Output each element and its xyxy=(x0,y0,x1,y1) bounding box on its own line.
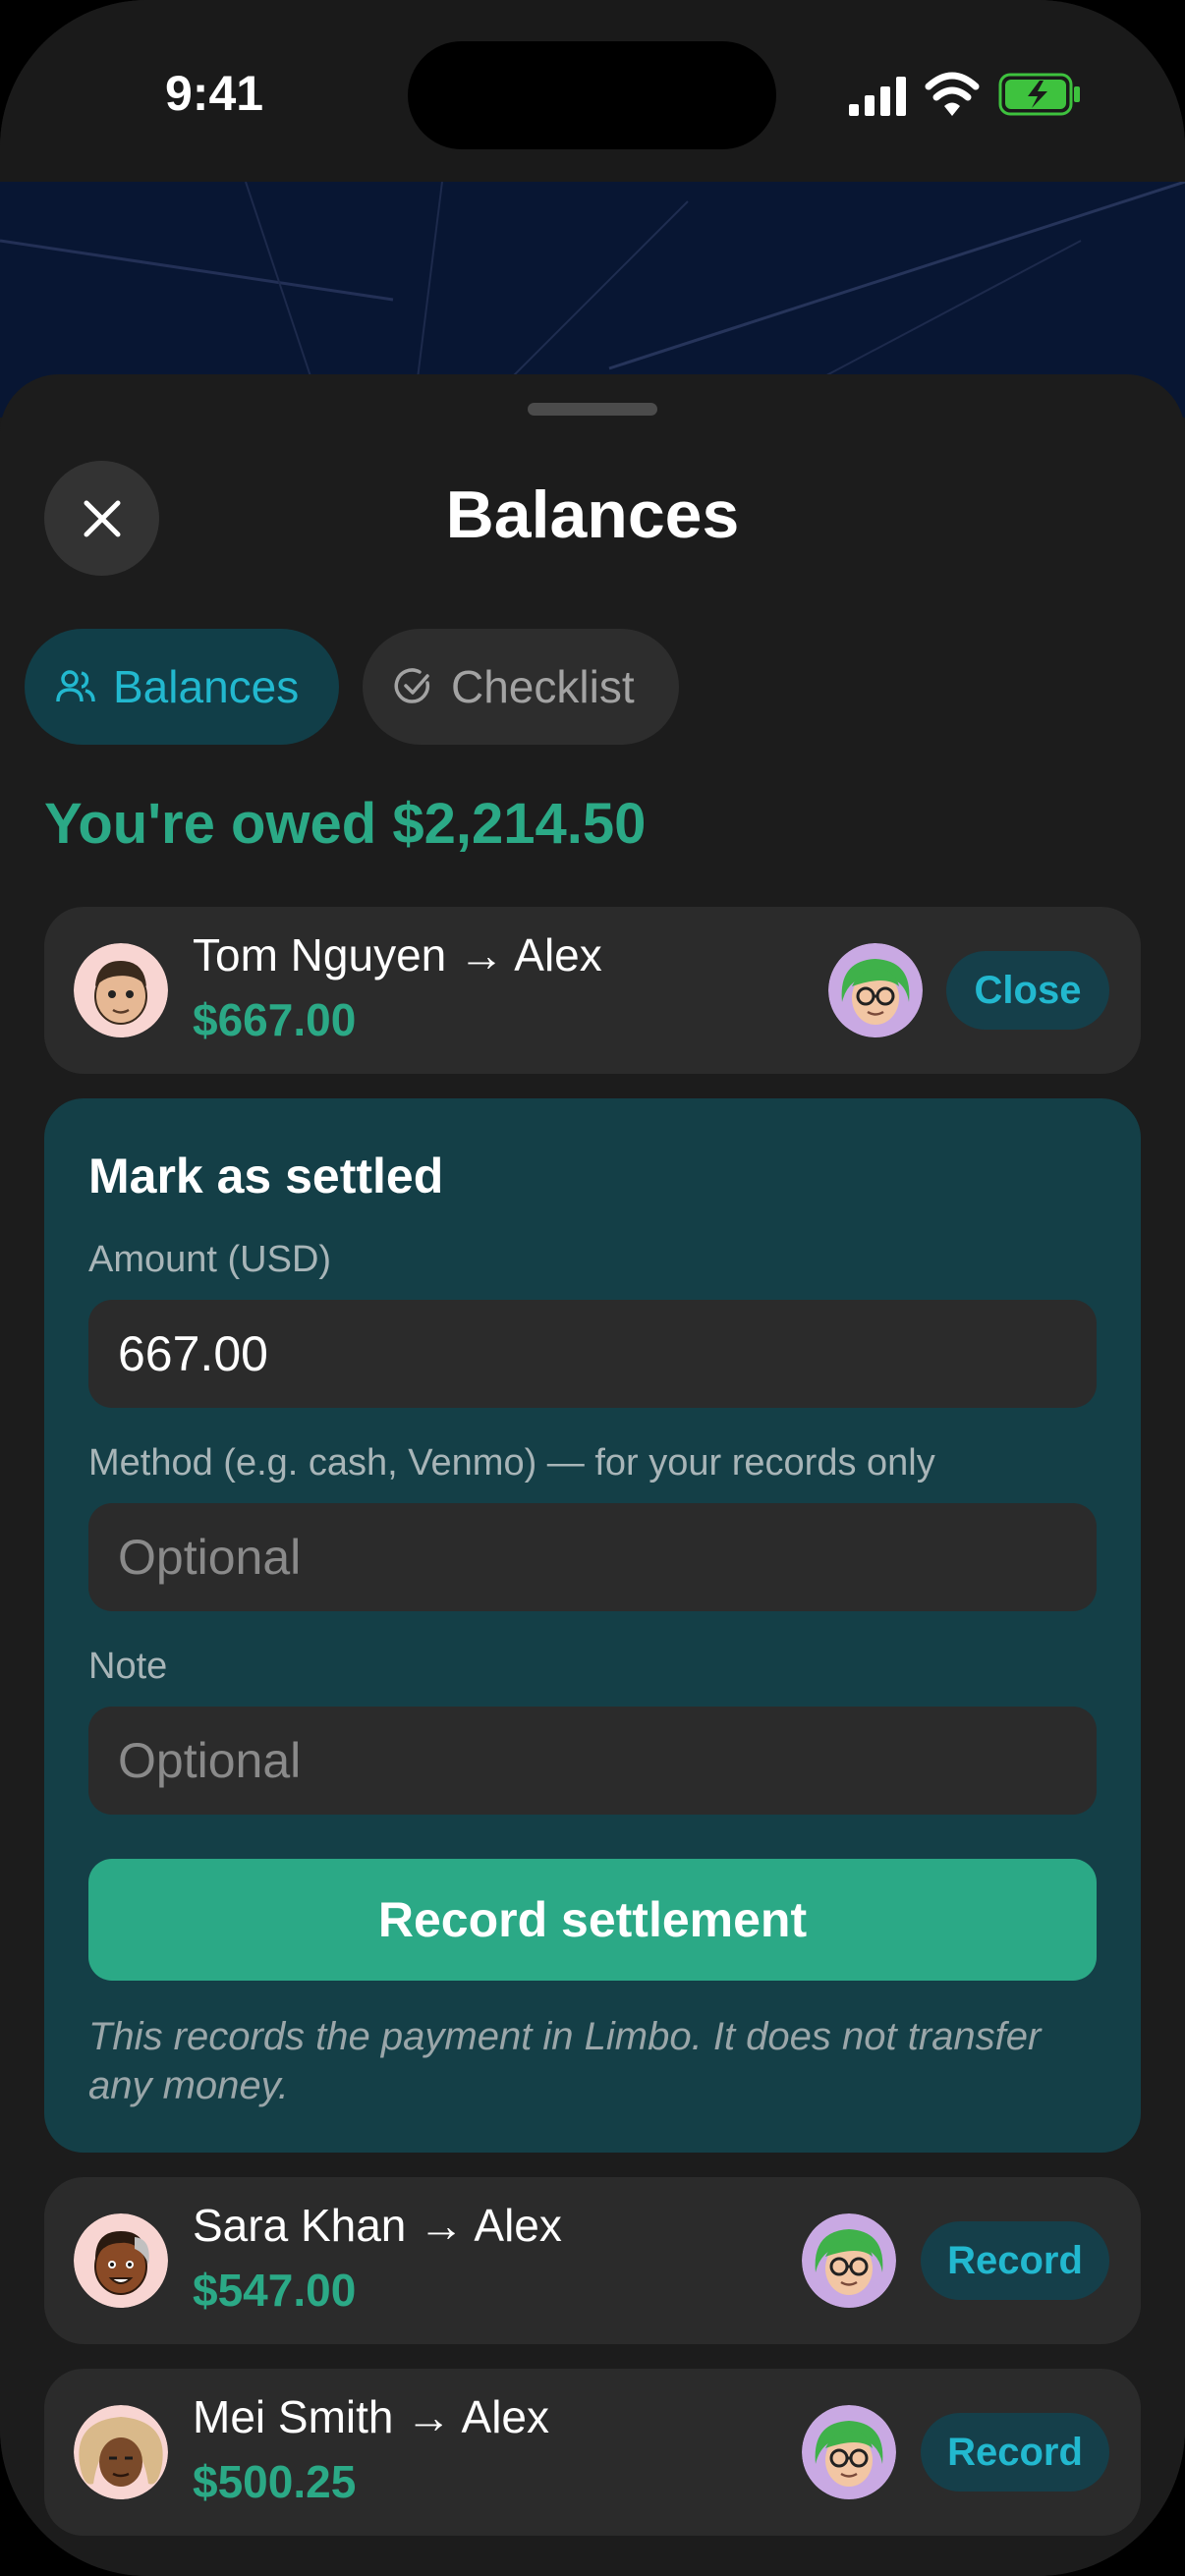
balance-row[interactable]: Mei Smith → Alex $500.25 Record xyxy=(44,2369,1141,2536)
record-button[interactable]: Record xyxy=(921,2413,1109,2492)
record-button[interactable]: Record xyxy=(921,2221,1109,2300)
balance-amount: $500.25 xyxy=(193,2456,357,2507)
avatar xyxy=(802,2405,896,2499)
status-time: 9:41 xyxy=(165,66,264,121)
amount-label: Amount (USD) xyxy=(88,1239,332,1280)
tab-checklist-label: Checklist xyxy=(451,661,635,712)
avatar xyxy=(74,943,168,1037)
wifi-icon xyxy=(925,72,980,116)
battery-charging-icon xyxy=(998,73,1080,116)
payer-to-payee: Tom Nguyen → Alex xyxy=(193,929,602,980)
balance-row[interactable]: Sara Khan → Alex $547.00 Record xyxy=(44,2177,1141,2344)
settle-panel: Mark as settled Amount (USD) 667.00 Meth… xyxy=(44,1098,1141,2153)
balance-amount: $667.00 xyxy=(193,994,357,1045)
disclaimer-text: This records the payment in Limbo. It do… xyxy=(88,2015,1042,2107)
avatar xyxy=(828,943,923,1037)
close-settle-button[interactable]: Close xyxy=(946,951,1109,1030)
balance-amount: $547.00 xyxy=(193,2265,357,2316)
record-settlement-button[interactable]: Record settlement xyxy=(88,1859,1097,1981)
method-field[interactable]: Optional xyxy=(88,1503,1097,1611)
sheet-grabber[interactable] xyxy=(528,403,657,416)
payer-to-payee: Sara Khan → Alex xyxy=(193,2200,562,2251)
phone-screen: 9:41 Balances Balances Checklist You're … xyxy=(0,0,1185,2576)
payer-to-payee: Mei Smith → Alex xyxy=(193,2391,549,2442)
method-label: Method (e.g. cash, Venmo) — for your rec… xyxy=(88,1442,935,1484)
owed-summary: You're owed $2,214.50 xyxy=(44,792,647,856)
tab-checklist[interactable]: Checklist xyxy=(363,629,679,745)
balances-sheet: Balances Balances Checklist You're owed … xyxy=(0,374,1185,2576)
people-icon xyxy=(56,670,95,702)
dynamic-island xyxy=(408,41,776,149)
tab-balances-label: Balances xyxy=(113,661,300,712)
check-circle-icon xyxy=(394,668,430,703)
balance-row[interactable]: Tom Nguyen → Alex $667.00 Close xyxy=(44,907,1141,1074)
avatar xyxy=(802,2213,896,2308)
sheet-title: Balances xyxy=(445,477,740,552)
avatar xyxy=(74,2405,168,2499)
signal-icon xyxy=(849,77,906,116)
avatar xyxy=(74,2213,168,2308)
note-label: Note xyxy=(88,1646,168,1687)
note-field[interactable]: Optional xyxy=(88,1707,1097,1815)
settle-title: Mark as settled xyxy=(88,1148,444,1204)
tab-balances[interactable]: Balances xyxy=(25,629,339,745)
amount-field[interactable]: 667.00 xyxy=(88,1300,1097,1408)
status-bar: 9:41 xyxy=(0,0,1185,182)
